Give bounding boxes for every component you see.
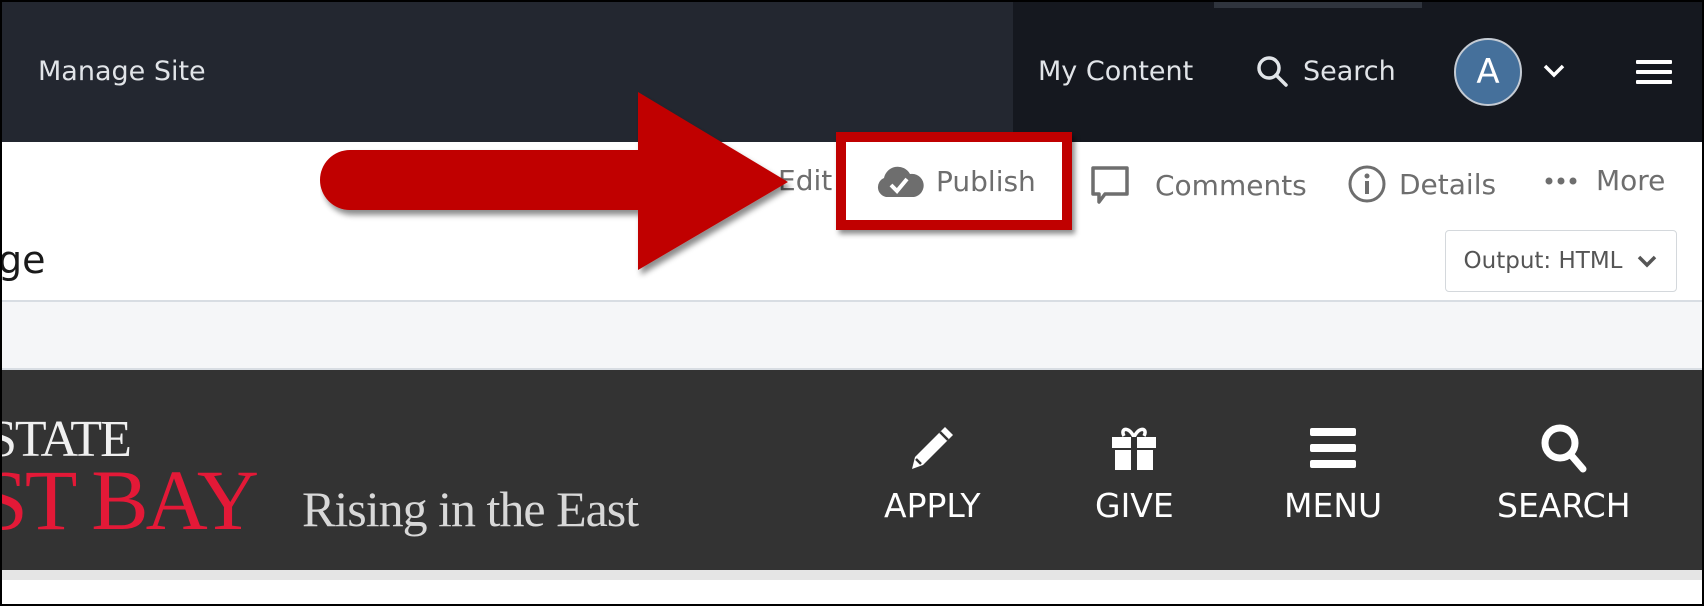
- apply-label: APPLY: [884, 486, 981, 525]
- site-preview-header: [2, 370, 1702, 570]
- site-nav-menu[interactable]: MENU: [1284, 420, 1382, 525]
- output-select-value: Output: HTML: [1463, 248, 1623, 274]
- menu-icon: [1310, 428, 1357, 468]
- output-select[interactable]: Output: HTML: [1445, 230, 1677, 292]
- logo-tagline: Rising in the East: [302, 481, 639, 537]
- preview-spacer: [2, 302, 1702, 368]
- give-label: GIVE: [1095, 486, 1174, 525]
- user-avatar[interactable]: A: [1454, 38, 1522, 106]
- top-tab-indicator: [1214, 2, 1422, 8]
- screen: Manage Site My Content Search A Edit Pub…: [2, 2, 1702, 604]
- menu-label: MENU: [1284, 486, 1383, 525]
- details-label: Details: [1399, 167, 1497, 201]
- search-label: Search: [1303, 55, 1396, 87]
- page-title: ge: [2, 238, 46, 282]
- manage-site-link[interactable]: Manage Site: [38, 56, 206, 87]
- search-icon: [1541, 424, 1587, 473]
- more-label: More: [1596, 164, 1666, 197]
- site-nav-give[interactable]: GIVE: [1095, 420, 1174, 525]
- more-dots-icon: [1545, 177, 1577, 184]
- chevron-down-icon: [1638, 255, 1657, 268]
- search-nav-label: SEARCH: [1497, 486, 1631, 525]
- gift-icon: [1112, 427, 1157, 470]
- logo-line-eastbay: ST BAY: [2, 452, 259, 548]
- details-button[interactable]: Details: [1347, 164, 1496, 204]
- pencil-icon: [912, 427, 954, 469]
- comment-icon: [1091, 166, 1129, 204]
- comments-button[interactable]: Comments: [1089, 164, 1307, 206]
- site-nav-apply[interactable]: APPLY: [884, 420, 981, 525]
- more-button[interactable]: More: [1544, 164, 1665, 197]
- hamburger-menu-button[interactable]: [1636, 60, 1672, 84]
- info-icon: [1348, 165, 1386, 203]
- search-icon: [1257, 56, 1288, 87]
- comments-label: Comments: [1155, 168, 1307, 202]
- preview-footer-strip: [2, 570, 1702, 580]
- chevron-down-icon[interactable]: [1542, 60, 1566, 80]
- my-content-link[interactable]: My Content: [1038, 56, 1193, 87]
- global-search-button[interactable]: Search: [1255, 54, 1396, 88]
- annotation-highlight-box: [836, 132, 1072, 230]
- site-nav-search[interactable]: SEARCH: [1497, 420, 1631, 525]
- annotation-arrow: [320, 92, 788, 270]
